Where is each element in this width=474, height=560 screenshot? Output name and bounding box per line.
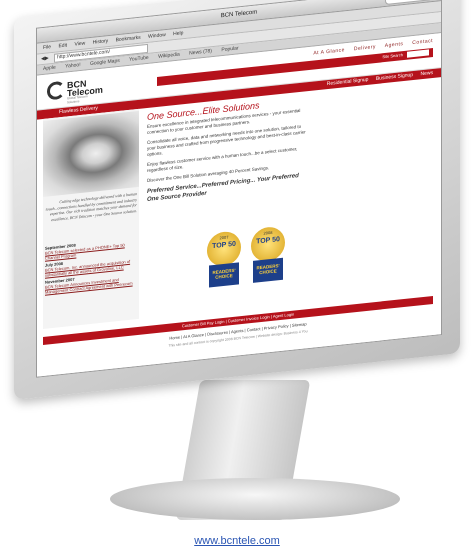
logo-tagline: Global Telecom Solutions xyxy=(67,94,88,105)
bookmark-youtube[interactable]: YouTube xyxy=(129,55,149,63)
subnav-business-signup[interactable]: Business Signup xyxy=(376,72,413,82)
nav-delivery[interactable]: Delivery xyxy=(354,44,376,52)
award-badge: 2008 TOP 50 READERS' CHOICE xyxy=(249,225,287,285)
website-content: BCN Telecom Global Telecom Solutions At … xyxy=(37,33,441,378)
shell-photo xyxy=(43,110,139,197)
menu-edit[interactable]: Edit xyxy=(58,42,67,49)
monitor-screen: BCN Telecom File Edit View History Bookm… xyxy=(36,0,442,378)
award-badges: 2007 TOP 50 READERS' CHOICE 2008 TOP 50 … xyxy=(205,224,295,291)
bookmark-popular[interactable]: Popular xyxy=(221,45,238,53)
menu-help[interactable]: Help xyxy=(173,30,183,37)
menu-view[interactable]: View xyxy=(74,41,85,48)
nav-agents[interactable]: Agents xyxy=(385,41,404,49)
bookmark-google-maps[interactable]: Google Maps xyxy=(90,58,120,67)
nav-at-a-glance[interactable]: At A Glance xyxy=(313,47,345,56)
menu-history[interactable]: History xyxy=(93,38,109,46)
window-title: BCN Telecom xyxy=(220,9,258,20)
news-list: September 2008 BCN Telecom selected as a… xyxy=(45,234,137,294)
menu-bookmarks[interactable]: Bookmarks xyxy=(116,35,141,44)
bookmark-yahoo[interactable]: Yahoo! xyxy=(65,62,80,70)
back-forward-icon[interactable]: ◀▶ xyxy=(41,55,49,62)
photo-caption: Cutting edge technology delivered with a… xyxy=(45,191,137,222)
bookmark-wikipedia[interactable]: Wikipedia xyxy=(158,52,180,60)
logo-swirl-icon xyxy=(47,80,65,101)
main-content: One Source...Elite Solutions Ensure exce… xyxy=(147,97,307,204)
bookmark-apple[interactable]: Apple xyxy=(43,65,56,72)
nav-contact[interactable]: Contact xyxy=(412,38,433,46)
site-search-label: Site Search xyxy=(382,52,403,60)
left-column: Cutting edge technology delivered with a… xyxy=(43,108,139,329)
monitor-stand-base xyxy=(110,478,400,520)
bcn-logo[interactable]: BCN Telecom Global Telecom Solutions xyxy=(47,77,103,105)
menu-file[interactable]: File xyxy=(43,44,51,51)
monitor-scene: BCN Telecom File Edit View History Bookm… xyxy=(0,0,474,560)
menu-window[interactable]: Window xyxy=(148,32,166,40)
award-badge: 2007 TOP 50 READERS' CHOICE xyxy=(205,230,243,290)
subnav-news[interactable]: News xyxy=(420,70,433,77)
monitor-bezel: BCN Telecom File Edit View History Bookm… xyxy=(14,0,460,401)
bookmark-news[interactable]: News (78) xyxy=(189,48,212,56)
website-link[interactable]: www.bcntele.com xyxy=(0,535,474,547)
site-search-input[interactable] xyxy=(407,49,429,58)
